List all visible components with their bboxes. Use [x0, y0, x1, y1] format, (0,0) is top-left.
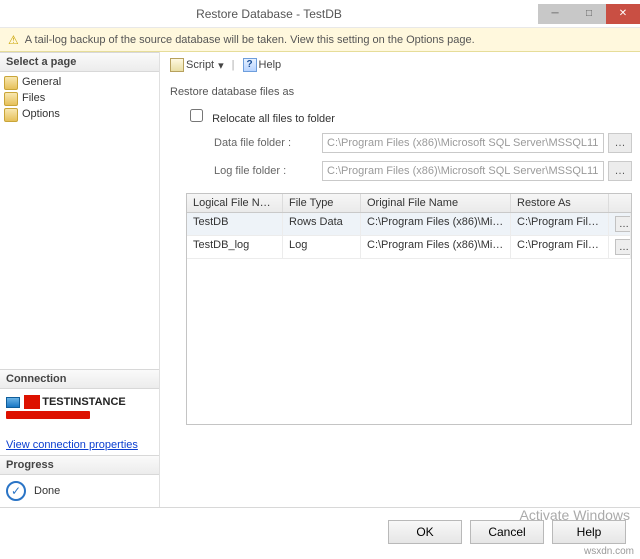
content-panel: Script ▾ | ? Help Restore database files…	[160, 52, 640, 507]
table-row[interactable]: TestDB Rows Data C:\Program Files (x86)\…	[187, 213, 631, 236]
col-type[interactable]: File Type	[283, 194, 361, 212]
files-grid: Logical File Name File Type Original Fil…	[186, 193, 632, 425]
connection-block: TESTINSTANCE View connection properties	[0, 389, 159, 455]
page-list: General Files Options	[0, 72, 159, 124]
sidebar-item-files[interactable]: Files	[0, 90, 159, 106]
window-buttons: ─ □ ✕	[538, 4, 640, 24]
sidebar-item-general[interactable]: General	[0, 74, 159, 90]
ok-button[interactable]: OK	[388, 520, 462, 544]
page-icon	[4, 92, 18, 106]
data-folder-label: Data file folder :	[214, 137, 322, 149]
relocate-checkbox[interactable]	[190, 109, 203, 122]
cell-original: C:\Program Files (x86)\Micros...	[361, 236, 511, 258]
help-button[interactable]: Help	[259, 59, 282, 71]
section-title: Restore database files as	[170, 86, 632, 98]
col-logical[interactable]: Logical File Name	[187, 194, 283, 212]
col-restore[interactable]: Restore As	[511, 194, 609, 212]
data-folder-input	[322, 133, 604, 153]
grid-body: TestDB Rows Data C:\Program Files (x86)\…	[187, 213, 631, 423]
maximize-button[interactable]: □	[572, 4, 606, 24]
cell-original: C:\Program Files (x86)\Micros...	[361, 213, 511, 235]
relocate-label: Relocate all files to folder	[212, 113, 335, 125]
window-title: Restore Database - TestDB	[0, 7, 538, 21]
dialog-footer: OK Cancel Help	[0, 507, 640, 555]
cell-type: Rows Data	[283, 213, 361, 235]
sidebar-item-label: General	[22, 76, 61, 88]
progress-block: ✓ Done	[0, 475, 159, 507]
script-button[interactable]: Script	[186, 59, 214, 71]
cell-restore: C:\Program Files (x86)\Micros...	[511, 236, 609, 258]
view-connection-link[interactable]: View connection properties	[6, 439, 138, 451]
restore-browse-button[interactable]: …	[615, 216, 631, 232]
col-action	[609, 194, 631, 212]
script-icon	[170, 58, 184, 72]
table-row[interactable]: TestDB_log Log C:\Program Files (x86)\Mi…	[187, 236, 631, 259]
info-message: A tail-log backup of the source database…	[25, 34, 475, 46]
sidebar-item-options[interactable]: Options	[0, 106, 159, 122]
toolbar-separator: |	[232, 59, 235, 71]
restore-browse-button[interactable]: …	[615, 239, 631, 255]
grid-header: Logical File Name File Type Original Fil…	[187, 194, 631, 213]
col-original[interactable]: Original File Name	[361, 194, 511, 212]
log-folder-input	[322, 161, 604, 181]
cell-type: Log	[283, 236, 361, 258]
sidebar: Select a page General Files Options Conn…	[0, 52, 160, 507]
cancel-button[interactable]: Cancel	[470, 520, 544, 544]
info-bar: ⚠ A tail-log backup of the source databa…	[0, 28, 640, 52]
log-folder-browse-button[interactable]: …	[608, 161, 632, 181]
page-icon	[4, 76, 18, 90]
data-folder-browse-button[interactable]: …	[608, 133, 632, 153]
minimize-button[interactable]: ─	[538, 4, 572, 24]
cell-logical: TestDB	[187, 213, 283, 235]
window-titlebar: Restore Database - TestDB ─ □ ✕	[0, 0, 640, 28]
redacted-server	[24, 395, 40, 409]
relocate-checkbox-row[interactable]: Relocate all files to folder	[186, 113, 335, 125]
page-icon	[4, 108, 18, 122]
progress-status: Done	[34, 485, 60, 497]
sidebar-item-label: Options	[22, 108, 60, 120]
close-button[interactable]: ✕	[606, 4, 640, 24]
help-button[interactable]: Help	[552, 520, 626, 544]
help-icon: ?	[243, 58, 257, 72]
script-dropdown[interactable]: ▾	[218, 59, 224, 72]
cell-logical: TestDB_log	[187, 236, 283, 258]
content-toolbar: Script ▾ | ? Help	[170, 56, 632, 74]
server-icon	[6, 397, 20, 408]
sidebar-item-label: Files	[22, 92, 45, 104]
connection-header: Connection	[0, 369, 159, 389]
warning-icon: ⚠	[8, 33, 19, 47]
select-page-header: Select a page	[0, 52, 159, 72]
connection-instance: TESTINSTANCE	[42, 396, 126, 408]
log-folder-label: Log file folder :	[214, 165, 322, 177]
done-icon: ✓	[6, 481, 26, 501]
progress-header: Progress	[0, 455, 159, 475]
cell-restore: C:\Program Files (x86)\Micros...	[511, 213, 609, 235]
redacted-user	[6, 411, 90, 419]
